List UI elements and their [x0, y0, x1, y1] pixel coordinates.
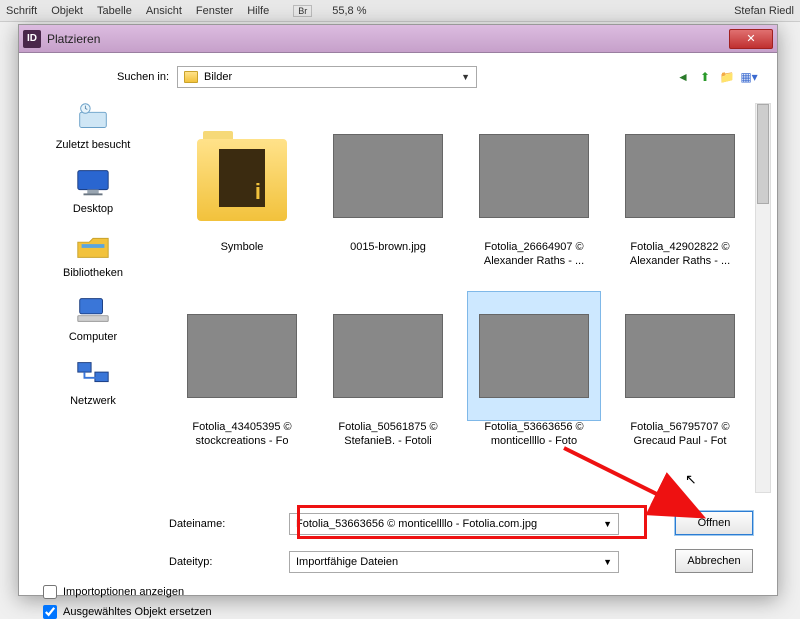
file-gallery[interactable]: Symbole 0015-brown.jpg Fotolia_26664907 © …	[169, 103, 759, 493]
chevron-down-icon: ▼	[461, 72, 470, 82]
menu-item[interactable]: Objekt	[51, 5, 83, 17]
folder-icon	[184, 71, 198, 83]
check-label: Ausgewähltes Objekt ersetzen	[63, 606, 212, 618]
back-icon[interactable]: ◄	[675, 69, 691, 85]
close-button[interactable]: ✕	[729, 29, 773, 49]
zoom-level[interactable]: 55,8 %	[332, 5, 366, 17]
menu-item[interactable]: Fenster	[196, 5, 233, 17]
gallery-scrollbar[interactable]	[755, 103, 771, 493]
sidebar-item-computer[interactable]: Computer	[33, 293, 153, 343]
check-replace-selected[interactable]: Ausgewähltes Objekt ersetzen	[43, 605, 212, 619]
sidebar-item-label: Zuletzt besucht	[56, 139, 131, 151]
menu-item[interactable]: Hilfe	[247, 5, 269, 17]
filename-value: Fotolia_53663656 © monticellllo - Fotoli…	[296, 518, 537, 530]
bridge-button[interactable]: Br	[293, 5, 312, 17]
thumbnail	[175, 111, 309, 241]
file-caption: Fotolia_26664907 © Alexander Raths - ...	[464, 241, 604, 269]
thumbnail	[175, 291, 309, 421]
chevron-down-icon: ▼	[603, 519, 612, 529]
place-dialog: ID Platzieren ✕ Suchen in: Bilder ▼ ◄ ⬆ …	[18, 24, 778, 596]
lookin-dropdown[interactable]: Bilder ▼	[177, 66, 477, 88]
nav-toolbar: ◄ ⬆ 📁 ▦▾	[675, 69, 757, 85]
libraries-icon	[73, 229, 113, 263]
menu-item[interactable]: Tabelle	[97, 5, 132, 17]
filetype-value: Importfähige Dateien	[296, 556, 398, 568]
image-thumbnail	[187, 314, 297, 398]
sidebar-item-recent[interactable]: Zuletzt besucht	[33, 101, 153, 151]
image-thumbnail	[333, 314, 443, 398]
new-folder-icon[interactable]: 📁	[719, 69, 735, 85]
dialog-titlebar[interactable]: ID Platzieren ✕	[19, 25, 777, 53]
file-caption: Symbole	[172, 241, 312, 255]
file-item[interactable]: Fotolia_42902822 © Alexander Raths - ...	[607, 103, 753, 283]
recent-icon	[73, 101, 113, 135]
thumbnail	[467, 291, 601, 421]
sidebar-item-network[interactable]: Netzwerk	[33, 357, 153, 407]
lookin-row: Suchen in: Bilder ▼ ◄ ⬆ 📁 ▦▾	[79, 65, 757, 89]
lookin-label: Suchen in:	[79, 71, 169, 83]
file-item[interactable]: Fotolia_26664907 © Alexander Raths - ...	[461, 103, 607, 283]
sidebar-item-label: Bibliotheken	[63, 267, 123, 279]
filename-row: Dateiname: Fotolia_53663656 © monticelll…	[169, 511, 747, 537]
file-caption: Fotolia_53663656 © monticellllo - Foto	[464, 421, 604, 449]
thumbnail	[321, 291, 455, 421]
app-menubar: Schrift Objekt Tabelle Ansicht Fenster H…	[0, 0, 800, 22]
file-caption: Fotolia_56795707 © Grecaud Paul - Fot	[610, 421, 750, 449]
open-button[interactable]: Öffnen	[675, 511, 753, 535]
file-item[interactable]: Fotolia_56795707 © Grecaud Paul - Fot	[607, 283, 753, 463]
sidebar-item-label: Desktop	[73, 203, 113, 215]
user-label: Stefan Riedl	[734, 5, 794, 17]
image-thumbnail	[479, 314, 589, 398]
chevron-down-icon: ▼	[603, 557, 612, 567]
file-item[interactable]: Fotolia_53663656 © monticellllo - Foto	[461, 283, 607, 463]
file-item[interactable]: Fotolia_43405395 © stockcreations - Fo	[169, 283, 315, 463]
lookin-value: Bilder	[204, 71, 232, 83]
thumbnail	[613, 111, 747, 241]
desktop-icon	[73, 165, 113, 199]
places-sidebar: Zuletzt besucht Desktop Bibliotheken Com…	[33, 101, 153, 407]
image-thumbnail	[625, 134, 735, 218]
filetype-combo[interactable]: Importfähige Dateien ▼	[289, 551, 619, 573]
image-thumbnail	[625, 314, 735, 398]
file-item[interactable]: Fotolia_50561875 © StefanieB. - Fotoli	[315, 283, 461, 463]
view-menu-icon[interactable]: ▦▾	[741, 69, 757, 85]
sidebar-item-libraries[interactable]: Bibliotheken	[33, 229, 153, 279]
checkbox[interactable]	[43, 605, 57, 619]
scrollbar-thumb[interactable]	[757, 104, 769, 204]
indesign-icon: ID	[23, 30, 41, 48]
filename-label: Dateiname:	[169, 518, 289, 530]
file-caption: Fotolia_42902822 © Alexander Raths - ...	[610, 241, 750, 269]
thumbnail	[467, 111, 601, 241]
up-icon[interactable]: ⬆	[697, 69, 713, 85]
sidebar-item-label: Netzwerk	[70, 395, 116, 407]
sidebar-item-label: Computer	[69, 331, 117, 343]
menu-item[interactable]: Schrift	[6, 5, 37, 17]
image-thumbnail	[333, 134, 443, 218]
network-icon	[73, 357, 113, 391]
check-import-options[interactable]: Importoptionen anzeigen	[43, 585, 212, 599]
filetype-label: Dateityp:	[169, 556, 289, 568]
dialog-title: Platzieren	[47, 32, 100, 46]
check-label: Importoptionen anzeigen	[63, 586, 184, 598]
thumbnail	[613, 291, 747, 421]
computer-icon	[73, 293, 113, 327]
file-item[interactable]: 0015-brown.jpg	[315, 103, 461, 283]
file-caption: Fotolia_50561875 © StefanieB. - Fotoli	[318, 421, 458, 449]
file-caption: 0015-brown.jpg	[318, 241, 458, 255]
file-caption: Fotolia_43405395 © stockcreations - Fo	[172, 421, 312, 449]
menu-item[interactable]: Ansicht	[146, 5, 182, 17]
checkbox[interactable]	[43, 585, 57, 599]
folder-icon	[197, 131, 287, 221]
filename-combo[interactable]: Fotolia_53663656 © monticellllo - Fotoli…	[289, 513, 619, 535]
sidebar-item-desktop[interactable]: Desktop	[33, 165, 153, 215]
file-item[interactable]: Symbole	[169, 103, 315, 283]
image-thumbnail	[479, 134, 589, 218]
cancel-button[interactable]: Abbrechen	[675, 549, 753, 573]
options-checks: Importoptionen anzeigen Ausgewähltes Obj…	[43, 585, 212, 619]
thumbnail	[321, 111, 455, 241]
filetype-row: Dateityp: Importfähige Dateien ▼	[169, 549, 747, 575]
